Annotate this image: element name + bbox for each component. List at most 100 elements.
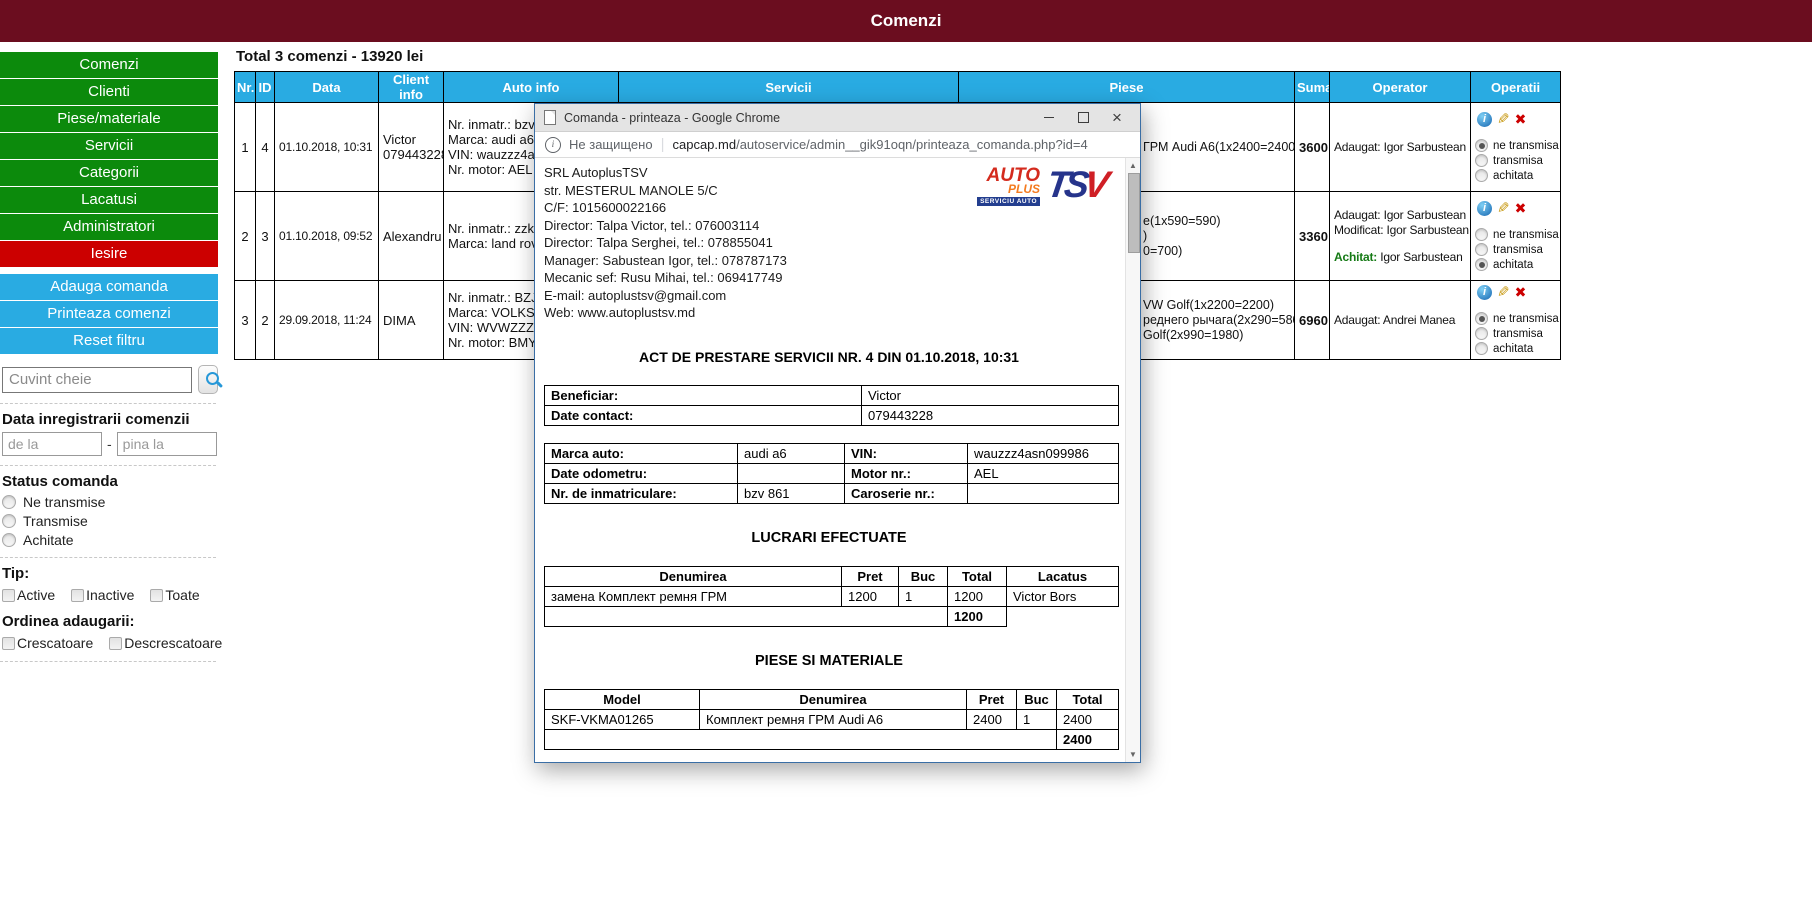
edit-pencil-icon[interactable]: [1497, 285, 1510, 300]
sidebar-item-lacatusi[interactable]: Lacatusi: [0, 187, 218, 213]
date-filter-row: -: [2, 432, 218, 456]
maximize-button[interactable]: [1066, 104, 1100, 131]
info-icon[interactable]: [1477, 201, 1492, 216]
operator-achitat-line: Achitat: Igor Sarbustean: [1334, 250, 1466, 265]
column-header-denumirea: Denumirea: [545, 566, 842, 586]
cell-suma: 6960: [1295, 281, 1330, 360]
popup-scrollbar[interactable]: ▲ ▼: [1125, 158, 1140, 762]
company-line: Manager: Sabustean Igor, tel.: 078787173: [544, 252, 1114, 270]
date-to-input[interactable]: [117, 432, 217, 456]
info-icon[interactable]: [1477, 285, 1492, 300]
popup-document: SRL AutoplusTSVstr. MESTERUL MANOLE 5/CC…: [535, 158, 1140, 762]
search-input[interactable]: [2, 367, 192, 393]
sidebar-item-iesire[interactable]: Iesire: [0, 241, 218, 267]
status-option-transmise[interactable]: Transmise: [2, 513, 218, 529]
cell-data: 01.10.2018, 10:31: [275, 103, 379, 192]
delete-x-icon[interactable]: [1515, 112, 1527, 127]
radio-icon: [1475, 312, 1488, 325]
edit-pencil-icon[interactable]: [1497, 201, 1510, 216]
search-row: [2, 365, 218, 394]
tip-option-inactive[interactable]: Inactive: [71, 587, 134, 603]
delete-x-icon[interactable]: [1515, 201, 1527, 216]
beneficiar-row: Beneficiar:Victor: [545, 385, 1119, 405]
sidebar-item-piese-materiale[interactable]: Piese/materiale: [0, 106, 218, 132]
option-label: Descrescatoare: [124, 635, 222, 651]
delete-x-icon[interactable]: [1515, 285, 1527, 300]
status-radio-transmisa[interactable]: transmisa: [1475, 243, 1556, 256]
radio-label: transmisa: [1493, 244, 1543, 256]
status-filter-title: Status comanda: [2, 473, 218, 490]
url-text: capcap.md/autoservice/admin__gik91oqn/pr…: [672, 137, 1087, 152]
total-row: 2400: [545, 729, 1119, 749]
option-label: Transmise: [23, 513, 88, 529]
status-radio-achitata[interactable]: achitata: [1475, 258, 1556, 271]
scroll-up-icon[interactable]: ▲: [1126, 161, 1140, 170]
order-option-crescatoare[interactable]: Crescatoare: [2, 635, 93, 651]
status-radio-ne-transmisa[interactable]: ne transmisa: [1475, 228, 1556, 241]
page-info-icon[interactable]: i: [545, 137, 561, 153]
doc-cell: SKF-VKMA01265: [545, 709, 700, 729]
sidebar-item-categorii[interactable]: Categorii: [0, 160, 218, 186]
popup-title: Comanda - printeaza - Google Chrome: [564, 111, 1032, 125]
tip-option-active[interactable]: Active: [2, 587, 55, 603]
empty-cell: [545, 606, 948, 626]
action-reset-filtru[interactable]: Reset filtru: [0, 328, 218, 354]
column-header-buc: Buc: [899, 566, 948, 586]
column-header-operator: Operator: [1330, 72, 1471, 103]
doc-cell: замена Комплект ремня ГРМ: [545, 586, 842, 606]
status-radio-achitata[interactable]: achitata: [1475, 342, 1556, 355]
empty-cell: [545, 729, 1057, 749]
sidebar-item-comenzi[interactable]: Comenzi: [0, 52, 218, 78]
logo-tsv: TSV: [1045, 168, 1107, 201]
status-radio-achitata[interactable]: achitata: [1475, 169, 1556, 182]
close-button[interactable]: ×: [1100, 104, 1134, 131]
action-adauga-comanda[interactable]: Adauga comanda: [0, 274, 218, 300]
cell-id: 2: [256, 281, 275, 360]
status-radio-ne-transmisa[interactable]: ne transmisa: [1475, 312, 1556, 325]
action-printeaza-comenzi[interactable]: Printeaza comenzi: [0, 301, 218, 327]
sidebar-item-clienti[interactable]: Clienti: [0, 79, 218, 105]
option-label: Active: [17, 587, 55, 603]
order-option-descrescatoare[interactable]: Descrescatoare: [109, 635, 222, 651]
scroll-down-icon[interactable]: ▼: [1126, 750, 1140, 759]
total-value: 2400: [1057, 729, 1119, 749]
auto-row: Date odometru:Motor nr.:AEL: [545, 463, 1119, 483]
piesa-line: VW Golf(1x2200=2200): [1143, 298, 1290, 313]
status-radio-transmisa[interactable]: transmisa: [1475, 154, 1556, 167]
cell-id: 3: [256, 192, 275, 281]
act-title: ACT DE PRESTARE SERVICII NR. 4 DIN 01.10…: [544, 349, 1114, 365]
status-option-ne-transmise[interactable]: Ne transmise: [2, 494, 218, 510]
status-option-achitate[interactable]: Achitate: [2, 532, 218, 548]
ghost-cell: [1007, 606, 1119, 626]
column-header-model: Model: [545, 689, 700, 709]
company-logo: AUTO PLUS SERVICIU AUTO TSV: [977, 168, 1104, 206]
label-cell: Marca auto:: [545, 443, 738, 463]
beneficiar-row: Date contact:079443228: [545, 405, 1119, 425]
info-icon[interactable]: [1477, 112, 1492, 127]
cell-data: 29.09.2018, 11:24: [275, 281, 379, 360]
radio-label: transmisa: [1493, 328, 1543, 340]
doc-cell: Комплект ремня ГРМ Audi A6: [700, 709, 967, 729]
search-button[interactable]: [198, 365, 218, 394]
cell-client-info: Victor079443228: [379, 103, 444, 192]
status-radio-transmisa[interactable]: transmisa: [1475, 327, 1556, 340]
row-action-icons: [1477, 201, 1556, 216]
minimize-button[interactable]: [1032, 104, 1066, 131]
label-cell: Date odometru:: [545, 463, 738, 483]
sidebar-item-servicii[interactable]: Servicii: [0, 133, 218, 159]
date-from-input[interactable]: [2, 432, 102, 456]
tip-option-toate[interactable]: Toate: [150, 587, 199, 603]
value-cell: [968, 483, 1119, 503]
status-radio-ne-transmisa[interactable]: ne transmisa: [1475, 139, 1556, 152]
divider: [0, 465, 216, 466]
column-header-pret: Pret: [967, 689, 1017, 709]
scroll-thumb[interactable]: [1128, 173, 1140, 253]
edit-pencil-icon[interactable]: [1497, 112, 1510, 127]
operator-line: Adaugat: Andrei Manea: [1334, 313, 1466, 328]
cell-nr: 3: [235, 281, 256, 360]
sidebar-item-administratori[interactable]: Administratori: [0, 214, 218, 240]
status-radio-group: ne transmisa transmisa achitata: [1475, 139, 1556, 182]
search-icon-handle: [216, 381, 223, 388]
piese-title: PIESE SI MATERIALE: [544, 653, 1114, 669]
maximize-icon: [1078, 112, 1089, 123]
